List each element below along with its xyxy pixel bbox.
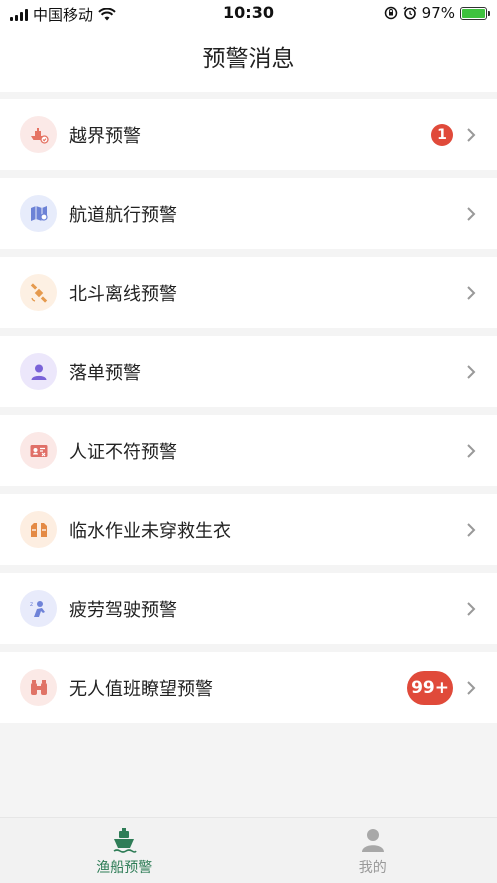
alarm-icon (403, 6, 417, 20)
chevron-right-icon (467, 443, 476, 458)
alert-item-alone[interactable]: 落单预警 (0, 336, 497, 407)
binoculars-icon (20, 669, 57, 706)
tab-label: 我的 (358, 860, 387, 876)
chevron-right-icon (467, 127, 476, 142)
alert-list: 越界预警 1 航道航行预警 北斗离线预警 落单预警 人证不符预警 临水作业未穿救… (0, 99, 497, 731)
alert-item-beidou-offline[interactable]: 北斗离线预警 (0, 257, 497, 328)
alert-item-id-mismatch[interactable]: 人证不符预警 (0, 415, 497, 486)
fatigue-person-icon: z (20, 590, 57, 627)
chevron-right-icon (467, 364, 476, 379)
chevron-right-icon (467, 285, 476, 300)
alert-label: 航道航行预警 (69, 204, 177, 226)
chevron-right-icon (467, 522, 476, 537)
alert-item-channel[interactable]: 航道航行预警 (0, 178, 497, 249)
alert-label: 越界预警 (69, 125, 141, 147)
tab-fishing-alerts[interactable]: 渔船预警 (0, 818, 249, 883)
chevron-right-icon (467, 601, 476, 616)
alert-item-life-jacket[interactable]: 临水作业未穿救生衣 (0, 494, 497, 565)
alert-item-no-watch[interactable]: 无人值班瞭望预警 99+ (0, 652, 497, 723)
channel-map-icon (20, 195, 57, 232)
user-profile-icon (361, 829, 384, 852)
satellite-icon (20, 274, 57, 311)
tab-bar: 渔船预警 我的 (0, 817, 497, 883)
battery-icon (460, 6, 490, 20)
unread-badge: 1 (431, 123, 453, 146)
fishing-boat-icon (113, 828, 137, 853)
rotation-lock-icon (384, 6, 397, 20)
tab-mine[interactable]: 我的 (249, 818, 497, 883)
alert-label: 无人值班瞭望预警 (69, 678, 213, 700)
alert-item-boundary[interactable]: 越界预警 1 (0, 99, 497, 170)
chevron-right-icon (467, 680, 476, 695)
alert-label: 疲劳驾驶预警 (69, 599, 177, 621)
status-bar: 中国移动 10:30 97% (0, 0, 497, 26)
alert-label: 北斗离线预警 (69, 283, 177, 305)
svg-text:z: z (30, 601, 33, 608)
tab-label: 渔船预警 (96, 860, 153, 876)
alert-label: 人证不符预警 (69, 441, 177, 463)
status-right: 97% (384, 4, 490, 22)
unread-badge: 99+ (407, 670, 453, 705)
page-title: 预警消息 (0, 26, 497, 92)
ship-boundary-icon (20, 116, 57, 153)
person-icon (20, 353, 57, 390)
life-jacket-icon (20, 511, 57, 548)
alert-label: 临水作业未穿救生衣 (69, 520, 231, 542)
alert-label: 落单预警 (69, 362, 141, 384)
alert-item-fatigue[interactable]: z 疲劳驾驶预警 (0, 573, 497, 644)
battery-percent: 97% (421, 4, 455, 22)
chevron-right-icon (467, 206, 476, 221)
id-card-icon (20, 432, 57, 469)
